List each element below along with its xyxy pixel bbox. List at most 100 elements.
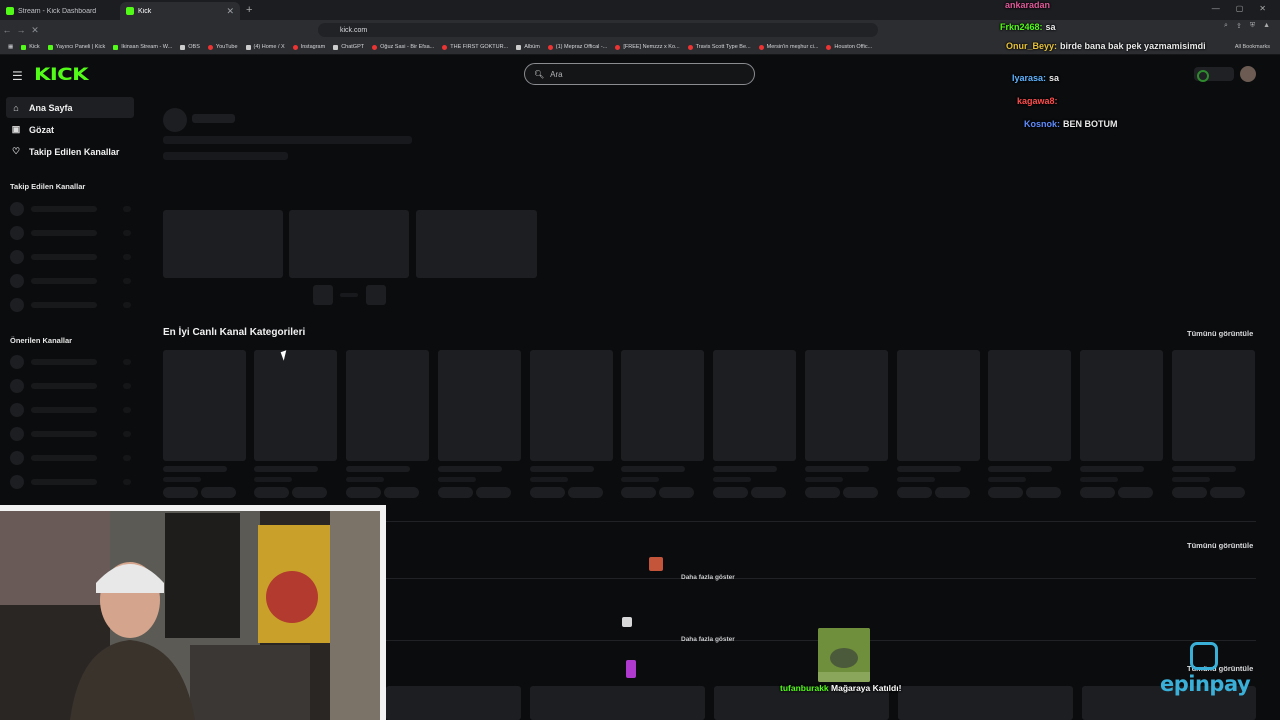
chat-emote-icon: [626, 660, 636, 678]
channel-skeleton: [10, 202, 132, 216]
category-card-skeleton: [621, 350, 704, 498]
channel-skeleton: [10, 403, 132, 417]
carousel-card-skeleton: [289, 210, 409, 278]
category-card-skeleton: [713, 350, 796, 498]
featured-name-skeleton: [192, 114, 235, 123]
category-card-skeleton: [897, 350, 980, 498]
view-all-link[interactable]: Tümünü görüntüle: [1187, 541, 1253, 550]
chat-emote-icon: [649, 557, 663, 571]
category-card-skeleton: [1172, 350, 1255, 498]
carousel-dots: [340, 293, 358, 297]
browse-icon: ▣: [11, 124, 21, 134]
kick-favicon-icon: [6, 7, 14, 15]
forward-icon[interactable]: →: [14, 25, 28, 35]
webcam-image: [0, 505, 386, 720]
channel-skeleton: [10, 226, 132, 240]
chat-message: Onur_Beyy: birde bana bak pek yazmamisimd…: [1006, 41, 1206, 51]
category-card-skeleton: [346, 350, 429, 498]
bookmark[interactable]: Instagram: [292, 44, 325, 50]
chat-message: Kosnok: BEN BOTUM: [1024, 119, 1118, 129]
close-tab-icon[interactable]: ✕: [226, 6, 234, 17]
bookmark[interactable]: ChatGPT: [333, 44, 364, 50]
bookmark[interactable]: Travis Scott Type Be...: [687, 44, 751, 50]
chat-username: Kosnok:: [1024, 119, 1060, 129]
bookmark-folder[interactable]: Albüm: [516, 44, 540, 50]
stop-loading-icon[interactable]: ✕: [28, 25, 42, 36]
tab-title: Kick: [138, 7, 152, 15]
search-icon: 🔍︎: [534, 69, 545, 79]
tab-kick[interactable]: Kick ✕: [120, 2, 240, 20]
heart-icon: ♡: [11, 146, 21, 156]
carousel-next-button[interactable]: [366, 285, 386, 305]
chat-message: kagawa8:: [1017, 96, 1061, 106]
stream-card-skeleton: [530, 686, 705, 720]
category-card-skeleton: [988, 350, 1071, 498]
category-card-skeleton: [254, 350, 337, 498]
categories-section-title: En İyi Canlı Kanal Kategorileri: [163, 327, 306, 338]
recommended-channels-heading: Önerilen Kanallar: [10, 336, 73, 345]
tab-stream-dashboard[interactable]: Stream - Kick Dashboard: [0, 2, 120, 20]
webcam-overlay: [0, 505, 386, 720]
sidebar-item-browse[interactable]: ▣ Gözat: [6, 119, 134, 140]
category-card-skeleton: [805, 350, 888, 498]
stream-card-skeleton: [386, 686, 521, 720]
stream-card-skeleton: [898, 686, 1073, 720]
sponsor-logo-icon: [1190, 642, 1218, 670]
home-icon: ⌂: [13, 102, 19, 113]
sponsor-logo: epinpay: [1160, 672, 1251, 696]
bookmark[interactable]: Ikinsan Stream - W...: [113, 44, 172, 50]
channel-skeleton: [10, 451, 132, 465]
bookmark[interactable]: [FREE] Nemzzz x Ko...: [615, 44, 680, 50]
search-input[interactable]: [550, 69, 731, 79]
chat-text: birde bana bak pek yazmamisimdi: [1060, 41, 1206, 51]
view-all-link[interactable]: Tümünü görüntüle: [1187, 329, 1253, 338]
bookmark[interactable]: Kick: [21, 44, 40, 50]
channel-skeleton: [10, 274, 132, 288]
kick-logo[interactable]: KICK: [34, 65, 89, 85]
category-card-skeleton: [163, 350, 246, 498]
bookmark[interactable]: (1) Mepraz Offical -...: [547, 44, 607, 50]
channel-skeleton: [10, 250, 132, 264]
stream-chat-overlay: ankaradan Frkn2468: sa Onur_Beyy: birde ba…: [996, 0, 1280, 160]
kick-favicon-icon: [126, 7, 134, 15]
search-box[interactable]: 🔍︎: [524, 63, 755, 85]
featured-avatar-skeleton: [163, 108, 187, 132]
chat-username: kagawa8:: [1017, 96, 1058, 106]
carousel-prev-button[interactable]: [313, 285, 333, 305]
show-more-link[interactable]: Daha fazla göster: [681, 574, 735, 581]
address-bar[interactable]: kick.com: [318, 23, 878, 37]
chat-username: Frkn2468:: [1000, 22, 1043, 32]
bookmark[interactable]: YouTube: [207, 44, 238, 50]
category-card-skeleton: [530, 350, 613, 498]
chat-username: Iyarasa:: [1012, 73, 1047, 83]
tab-title: Stream - Kick Dashboard: [18, 7, 97, 15]
bookmark[interactable]: (4) Home / X: [245, 44, 285, 50]
show-more-link[interactable]: Daha fazla göster: [681, 636, 735, 643]
bookmark[interactable]: Oğuz Sasi - Bir Efsa...: [372, 44, 434, 50]
back-icon[interactable]: ←: [0, 25, 14, 35]
bookmark[interactable]: Yayıncı Paneli | Kick: [47, 44, 105, 50]
chat-username: ankaradan: [1005, 0, 1051, 10]
alert-username: tufanburakk: [780, 683, 829, 693]
bookmark[interactable]: OBS: [180, 44, 200, 50]
chat-emote-icon: [622, 617, 632, 627]
menu-icon[interactable]: ☰: [12, 69, 23, 83]
channel-skeleton: [10, 427, 132, 441]
chat-text: sa: [1045, 22, 1056, 32]
alert-message: Mağaraya Katıldı!: [831, 683, 902, 693]
sidebar-item-label: Takip Edilen Kanallar: [29, 146, 120, 157]
chat-message: Iyarasa: sa: [1012, 73, 1059, 83]
sidebar-item-following[interactable]: ♡ Takip Edilen Kanallar: [6, 141, 134, 162]
follower-alert: tufanburakk Mağaraya Katıldı!: [780, 683, 901, 693]
bookmark[interactable]: Houston Offic...: [826, 44, 872, 50]
bookmark[interactable]: THE FIRST GOKTUR...: [442, 44, 508, 50]
bookmark[interactable]: Mersin'in meşhur ci...: [758, 44, 818, 50]
chat-message: Frkn2468: sa: [1000, 22, 1056, 32]
new-tab-icon[interactable]: +: [246, 4, 252, 16]
apps-icon[interactable]: ▦: [8, 44, 13, 50]
section-divider: [386, 521, 1256, 522]
sidebar-item-home[interactable]: ⌂ Ana Sayfa: [6, 97, 134, 118]
follower-alert-image: [818, 628, 870, 682]
followed-channels-heading: Takip Edilen Kanallar: [10, 182, 86, 191]
channel-skeleton: [10, 298, 132, 312]
